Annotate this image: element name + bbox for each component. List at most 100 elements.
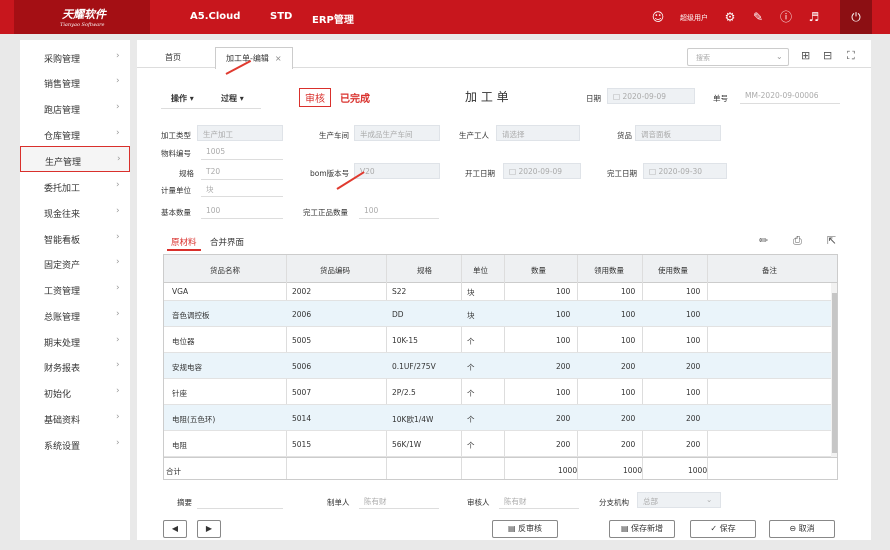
- table-row[interactable]: 电阻(五色环) 5014 10K欧1/4W 个 200 200 200: [164, 405, 831, 431]
- status-text: 已完成: [340, 94, 370, 105]
- chevron-right-icon: ›: [116, 102, 120, 112]
- spec-field[interactable]: T20: [201, 164, 283, 180]
- table-row[interactable]: 电位器 5005 10K-15 个 100 100 100: [164, 327, 831, 353]
- printer-icon[interactable]: ⎙: [793, 234, 802, 248]
- tab-home[interactable]: 首页: [165, 52, 181, 63]
- sidebar-item-outsourcing[interactable]: 委托加工 ›: [20, 175, 130, 197]
- unit-field[interactable]: 块: [201, 181, 283, 197]
- sidebar-item-assets[interactable]: 固定资产 ›: [20, 252, 130, 274]
- user-name[interactable]: 超级用户: [680, 13, 708, 23]
- page-title: 加 工 单: [465, 90, 509, 104]
- minus-circle-icon: ⊖: [789, 524, 799, 533]
- table-row[interactable]: 电阻 5015 56K/1W 个 200 200 200: [164, 431, 831, 457]
- chevron-right-icon: ›: [116, 335, 120, 345]
- chevron-right-icon: ›: [116, 257, 120, 267]
- ops-menu[interactable]: 操作 ▾: [171, 93, 194, 104]
- bom-field[interactable]: V20: [354, 163, 440, 179]
- check-circle-icon: ✓: [710, 524, 720, 533]
- chevron-right-icon: ›: [117, 154, 121, 164]
- help-icon[interactable]: ⓘ: [778, 9, 794, 25]
- speaker-icon[interactable]: ♬: [806, 9, 822, 25]
- sidebar-item-base-data[interactable]: 基础资料 ›: [20, 407, 130, 429]
- table-row[interactable]: 音色调控板 2006 DD 块 100 100 100: [164, 301, 831, 327]
- chevron-right-icon: ›: [116, 180, 120, 190]
- branch-select[interactable]: 总部 ⌄: [637, 492, 721, 508]
- user-icon[interactable]: ☺: [650, 9, 666, 25]
- sidebar-item-sales[interactable]: 销售管理 ›: [20, 71, 130, 93]
- doc-icon: ▤: [507, 524, 519, 533]
- pencil-icon[interactable]: ✏: [759, 234, 768, 247]
- chevron-right-icon: ›: [116, 309, 120, 319]
- chevron-right-icon: ›: [116, 283, 120, 293]
- tab-underline: [167, 249, 201, 251]
- chevron-right-icon: ›: [116, 206, 120, 216]
- expand-icon[interactable]: ⇱: [827, 234, 836, 247]
- search-box[interactable]: 搜索 ⌄: [687, 48, 789, 66]
- sidebar-item-ledger[interactable]: 总账管理 ›: [20, 304, 130, 326]
- gear-icon[interactable]: ⚙: [722, 9, 738, 25]
- chat-icon[interactable]: ✎: [750, 9, 766, 25]
- workshop-field[interactable]: 半成品生产车间: [354, 125, 440, 141]
- base-qty-field[interactable]: 100: [201, 203, 283, 219]
- chevron-right-icon: ›: [116, 412, 120, 422]
- sidebar-item-settings[interactable]: 系统设置 ›: [20, 433, 130, 455]
- save-new-button[interactable]: ▤ 保存新增: [609, 520, 675, 538]
- zoom-out-icon[interactable]: ⊟: [823, 49, 832, 62]
- number-field[interactable]: MM-2020-09-00006: [740, 88, 840, 104]
- table-row[interactable]: 安规电容 5006 0.1UF/275V 个 200 200 200: [164, 353, 831, 379]
- chevron-right-icon: ›: [116, 386, 120, 396]
- unaudit-button[interactable]: ▤ 反审核: [492, 520, 558, 538]
- maker-field[interactable]: 陈有财: [359, 493, 439, 509]
- sidebar-item-dashboard[interactable]: 智能看板 ›: [20, 227, 130, 249]
- sidebar-item-reports[interactable]: 财务报表 ›: [20, 355, 130, 377]
- chevron-right-icon: ›: [116, 232, 120, 242]
- sidebar-item-period-end[interactable]: 期末处理 ›: [20, 330, 130, 352]
- nav-std[interactable]: STD: [270, 11, 292, 22]
- auditor-field[interactable]: 陈有财: [499, 493, 579, 509]
- chevron-right-icon: ›: [116, 360, 120, 370]
- goods-field[interactable]: 调音面板: [635, 125, 721, 141]
- worker-field[interactable]: 请选择: [496, 125, 580, 141]
- chevron-right-icon: ›: [116, 128, 120, 138]
- start-date-field[interactable]: □ 2020-09-09: [503, 163, 581, 179]
- sidebar-item-payroll[interactable]: 工资管理 ›: [20, 278, 130, 300]
- nav-a5cloud[interactable]: A5.Cloud: [190, 11, 240, 22]
- cancel-button[interactable]: ⊖ 取消: [769, 520, 835, 538]
- main-panel: 首页 加工单-编辑 × 搜索 ⌄ ⊞ ⊟ ⛶ 操作 ▾ 过程 ▾ 审核 已完成 加…: [137, 40, 871, 540]
- power-button[interactable]: ⏻: [840, 0, 872, 34]
- summary-field[interactable]: [197, 493, 283, 509]
- nav-erp[interactable]: ERP管理: [312, 11, 354, 26]
- materials-table: 货品名称 货品编码 规格 单位 数量 领用数量 使用数量 备注 VGA 2002 S…: [163, 254, 838, 480]
- sidebar: 采购管理 › 销售管理 › 跑店管理 › 仓库管理 › 生产管理 › 委托加工 › 现金往来…: [20, 40, 130, 540]
- scrollbar[interactable]: [831, 283, 837, 457]
- done-qty-field[interactable]: 100: [359, 203, 439, 219]
- prev-icon: ◀: [171, 524, 179, 533]
- process-menu[interactable]: 过程 ▾: [221, 93, 244, 104]
- tab-materials[interactable]: 原材料: [171, 236, 197, 248]
- tab-merged[interactable]: 合并界面: [210, 236, 244, 248]
- table-row[interactable]: VGA 2002 S22 块 100 100 100: [164, 283, 831, 301]
- scrollbar-thumb[interactable]: [832, 293, 837, 453]
- tab-edit[interactable]: 加工单-编辑 ×: [215, 47, 293, 69]
- sidebar-item-warehouse[interactable]: 仓库管理 ›: [20, 123, 130, 145]
- zoom-in-icon[interactable]: ⊞: [801, 49, 810, 62]
- next-button[interactable]: ▶: [197, 520, 221, 538]
- process-type-field[interactable]: 生产加工: [197, 125, 283, 141]
- chevron-right-icon: ›: [116, 51, 120, 61]
- top-bar: 天耀软件 Tianyao Software A5.Cloud STD ERP管理 …: [0, 0, 890, 34]
- sidebar-item-cash[interactable]: 现金往来 ›: [20, 201, 130, 223]
- sidebar-item-purchase[interactable]: 采购管理 ›: [20, 46, 130, 68]
- close-icon[interactable]: ×: [275, 54, 282, 63]
- save-button[interactable]: ✓ 保存: [690, 520, 756, 538]
- fullscreen-icon[interactable]: ⛶: [847, 49, 855, 63]
- toolbar-underline: [161, 108, 261, 109]
- end-date-field[interactable]: □ 2020-09-30: [643, 163, 727, 179]
- sidebar-item-production[interactable]: 生产管理 ›: [20, 146, 130, 172]
- prev-button[interactable]: ◀: [163, 520, 187, 538]
- table-row[interactable]: 针座 5007 2P/2.5 个 100 100 100: [164, 379, 831, 405]
- sidebar-item-init[interactable]: 初始化 ›: [20, 381, 130, 403]
- date-field[interactable]: □ 2020-09-09: [607, 88, 695, 104]
- sidebar-item-store[interactable]: 跑店管理 ›: [20, 97, 130, 119]
- material-no-field[interactable]: 1005: [201, 144, 283, 160]
- chevron-right-icon: ›: [116, 438, 120, 448]
